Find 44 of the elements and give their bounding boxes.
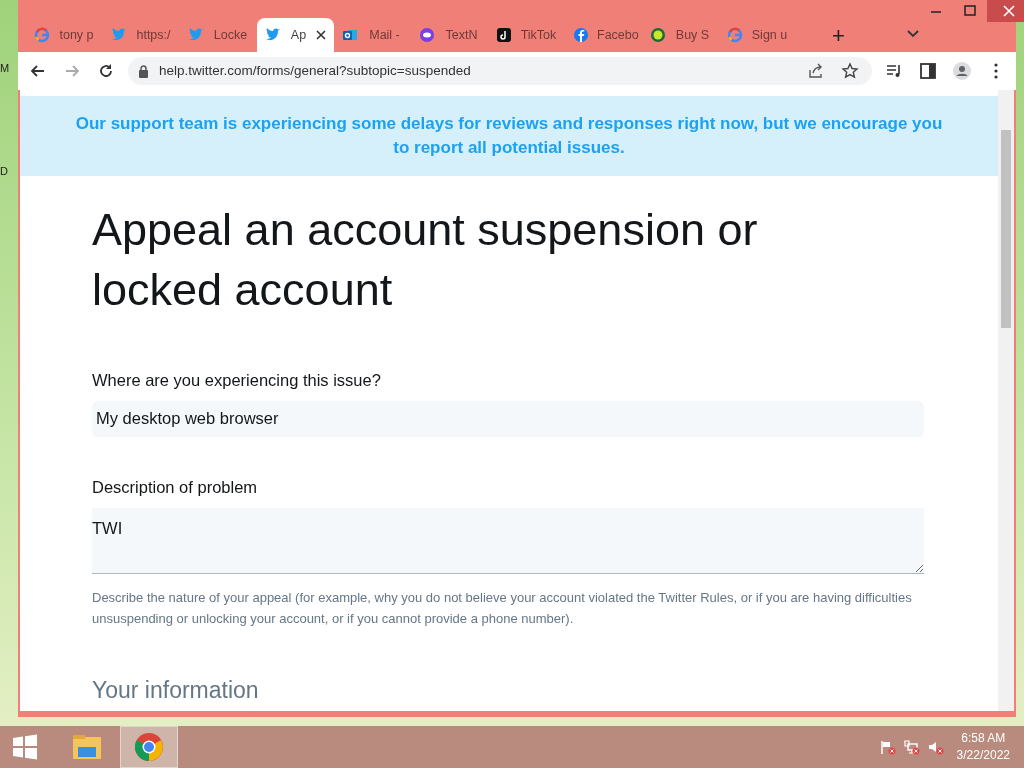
field-label: Where are you experiencing this issue? xyxy=(92,370,382,391)
browser-tab[interactable]: TikTok xyxy=(488,18,565,52)
scrollbar-thumb[interactable] xyxy=(1001,130,1011,328)
clock-time: 6:58 AM xyxy=(960,730,1007,747)
browser-tab[interactable]: Locke xyxy=(180,18,257,52)
chat-icon xyxy=(419,27,435,43)
field-label: Description of problem xyxy=(92,476,259,498)
profile-icon[interactable] xyxy=(950,59,974,83)
speaker-icon[interactable] xyxy=(926,739,945,755)
network-icon[interactable] xyxy=(902,739,921,755)
url-text: help.twitter.com/forms/general?subtopic=suspended xyxy=(159,61,471,80)
bird-icon xyxy=(265,27,281,43)
scrollbar[interactable] xyxy=(998,90,1014,711)
chat-icon xyxy=(650,27,666,43)
browser-tab[interactable]: TextN xyxy=(411,18,488,52)
close-icon[interactable] xyxy=(316,30,326,40)
new-tab-button[interactable]: + xyxy=(800,18,877,52)
section-heading: Your information xyxy=(92,675,260,705)
music-note-icon xyxy=(496,27,512,43)
notice-banner: Our support team is experiencing some delays for reviews and responses right now, but we encourage you to report all potential issues. xyxy=(20,96,998,176)
clock-date: 3/22/2022 xyxy=(956,747,1010,764)
page-heading: Appeal an account suspension or locked account xyxy=(92,203,759,317)
desktop-label: D xyxy=(0,164,8,179)
google-icon xyxy=(34,27,50,43)
facebook-icon xyxy=(573,27,589,43)
browser-tab[interactable]: Mail - xyxy=(334,18,411,52)
browser-tab[interactable]: Facebo xyxy=(565,18,642,52)
platform-dropdown[interactable]: My desktop web browser xyxy=(92,400,924,437)
description-field[interactable]: TWI xyxy=(92,507,924,574)
browser-tab[interactable]: https:/ xyxy=(103,18,180,52)
mail-icon xyxy=(342,27,358,43)
browser-tab[interactable]: Buy S xyxy=(642,18,719,52)
desktop-label: M xyxy=(0,61,10,76)
browser-tab[interactable]: Ap xyxy=(257,18,334,52)
address-bar[interactable]: help.twitter.com/forms/general?subtopic=suspended xyxy=(128,57,872,85)
chrome-icon[interactable] xyxy=(120,726,178,768)
browser-tab[interactable]: tony p xyxy=(26,18,103,52)
flag-icon[interactable] xyxy=(878,739,897,755)
google-icon xyxy=(727,27,743,43)
lock-icon xyxy=(138,64,149,78)
browser-tab[interactable]: Sign u xyxy=(719,18,796,52)
bird-icon xyxy=(188,27,204,43)
help-text: Describe the nature of your appeal (for example, why you do not believe your account violated the Twitter Rules, or if you are having difficulties unsuspending or unlocking your account, or if you cannot provide a phone number). xyxy=(92,588,913,628)
bird-icon xyxy=(111,27,127,43)
